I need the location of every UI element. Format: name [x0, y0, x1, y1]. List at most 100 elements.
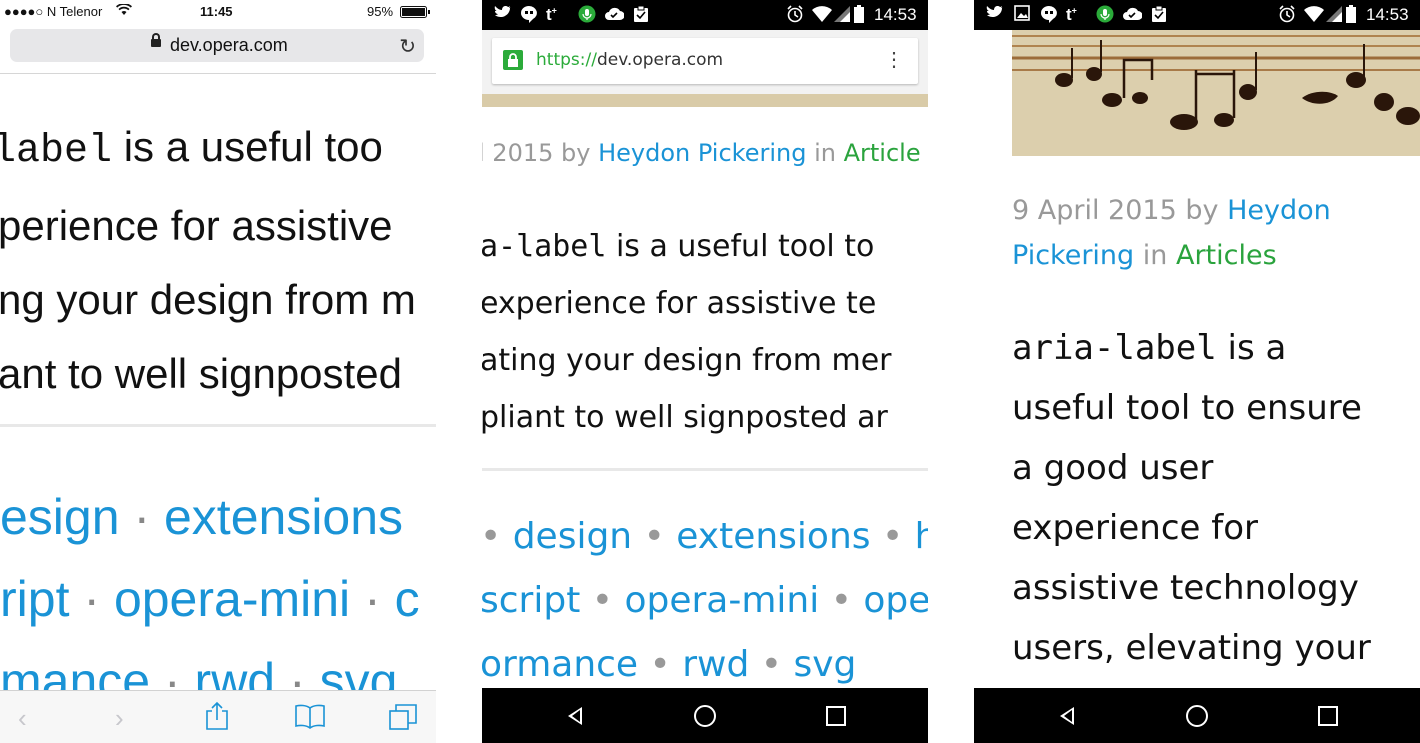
tag-link[interactable]: rwd [682, 644, 749, 685]
meta-line: Pickering in Articles [1012, 240, 1277, 271]
signal-icon [834, 6, 850, 27]
article-body: aria-label is a useful tool to ensure a … [1012, 318, 1371, 678]
tag-link[interactable]: ormance [482, 644, 638, 685]
status-time: 14:53 [1366, 5, 1409, 24]
tag-line: • design • extensions • ht [482, 505, 928, 569]
section-divider [482, 468, 928, 471]
article-body: a-label is a useful tool to experience f… [482, 218, 892, 446]
image-icon [1014, 5, 1030, 26]
address-host: dev.opera.com [170, 35, 288, 55]
nav-recents-icon[interactable] [1318, 706, 1338, 726]
hero-image-edge [482, 94, 928, 107]
toolbar-divider [0, 73, 436, 74]
author-link[interactable]: Pickering [1012, 240, 1134, 271]
battery-percent: 95% [367, 4, 394, 19]
body-line: aria-label is a [1012, 328, 1287, 368]
back-icon[interactable]: ‹ [18, 703, 27, 734]
tag-link[interactable]: opera-mini [624, 580, 819, 621]
body-line: ant to well signposted [0, 350, 402, 397]
ios-safari-panel: ●●●●○ N Telenor 11:45 95% dev.opera.com … [0, 0, 436, 743]
tag-link[interactable]: ht [915, 516, 928, 557]
reload-icon[interactable]: ↻ [399, 34, 416, 59]
twitter-icon [494, 5, 512, 25]
tag-line: esign · extensions [0, 489, 404, 545]
tag-link[interactable]: esign [0, 489, 120, 545]
code-term: aria-label [1012, 328, 1217, 368]
android-opera-panel: t+ 14:53 9 April 2015 by Heydon Pickerin… [974, 0, 1420, 743]
address-bar[interactable]: dev.opera.com ↻ [10, 29, 424, 62]
android-nav-bar [974, 688, 1420, 743]
nav-recents-icon[interactable] [826, 706, 846, 726]
alarm-icon [1278, 5, 1296, 28]
tag-link[interactable]: c [395, 571, 420, 627]
tag-list: • design • extensions • ht script • oper… [482, 505, 928, 697]
tag-link[interactable]: design [513, 516, 632, 557]
android-status-bar: t+ 14:53 [974, 0, 1420, 30]
body-line: a-label is a useful tool to [482, 229, 875, 264]
status-time: 14:53 [874, 5, 917, 24]
bookmarks-icon[interactable] [294, 703, 326, 736]
article-meta: l 2015 by Heydon Pickering in Article [482, 139, 921, 167]
tabs-icon[interactable] [388, 703, 418, 738]
clipboard-icon [1150, 5, 1168, 28]
overflow-menu-icon[interactable]: ⋮ [884, 47, 904, 72]
chrome-toolbar: https://dev.opera.com ⋮ [482, 30, 928, 94]
category-link[interactable]: Article [844, 139, 921, 167]
category-link[interactable]: Articles [1176, 240, 1277, 271]
tag-list: esign · extensions ript · opera-mini · c… [0, 476, 420, 722]
body-line: pliant to well signposted ar [482, 400, 888, 435]
forward-icon[interactable]: › [115, 703, 124, 734]
body-line: useful tool to ensure [1012, 388, 1362, 428]
tumblr-icon: t+ [546, 5, 557, 24]
wifi-icon [1304, 6, 1324, 27]
tumblr-icon: t+ [1066, 5, 1077, 24]
ios-bottom-toolbar: ‹ › [0, 690, 436, 743]
tag-link[interactable]: opera-mini [114, 571, 350, 627]
address-bar[interactable]: https://dev.opera.com ⋮ [492, 38, 918, 84]
nav-home-icon[interactable] [694, 705, 716, 727]
battery-icon [400, 6, 432, 21]
section-divider [0, 424, 436, 427]
nav-back-icon[interactable] [1060, 707, 1074, 725]
clipboard-icon [632, 5, 650, 28]
tag-link[interactable]: svg [793, 644, 856, 685]
mic-icon [1096, 5, 1114, 28]
battery-icon [1346, 5, 1356, 28]
tag-line: script • opera-mini • oper [482, 569, 928, 633]
nav-back-icon[interactable] [568, 707, 582, 725]
code-term: label [0, 129, 113, 174]
hangouts-icon [520, 5, 538, 28]
article-meta: 9 April 2015 by Heydon Pickering in Arti… [1012, 188, 1331, 278]
tag-link[interactable]: script [482, 580, 580, 621]
author-link[interactable]: Heydon [1227, 195, 1331, 226]
article-body: label is a useful too perience for assis… [0, 110, 416, 411]
battery-icon [854, 5, 864, 28]
android-chrome-panel: t+ 14:53 https://dev.opera.com ⋮ l 2015 … [482, 0, 928, 743]
body-line: experience for assistive te [482, 286, 877, 321]
tag-link[interactable]: extensions [164, 489, 403, 545]
lock-icon [151, 33, 161, 47]
body-line: experience for [1012, 508, 1259, 548]
carrier-label: ●●●●○ N Telenor [4, 4, 103, 19]
tag-link[interactable]: ript [0, 571, 69, 627]
body-line: ating your design from mer [482, 343, 892, 378]
wifi-icon [812, 6, 832, 27]
wifi-icon [116, 3, 132, 19]
secure-lock-icon [503, 50, 523, 70]
tag-link[interactable]: oper [863, 580, 928, 621]
status-time: 11:45 [200, 4, 233, 19]
android-status-bar: t+ 14:53 [482, 0, 928, 30]
tag-link[interactable]: extensions [676, 516, 870, 557]
share-icon[interactable] [204, 701, 230, 738]
author-link[interactable]: Heydon Pickering [598, 139, 806, 167]
hangouts-icon [1040, 5, 1058, 28]
hero-image [1012, 30, 1420, 156]
meta-line: 9 April 2015 by Heydon [1012, 195, 1331, 226]
nav-home-icon[interactable] [1186, 705, 1208, 727]
android-nav-bar [482, 688, 928, 743]
body-line: users, elevating your [1012, 628, 1371, 668]
cloud-check-icon [604, 5, 625, 26]
signal-icon [1326, 6, 1342, 27]
body-line: assistive technology [1012, 568, 1359, 608]
alarm-icon [786, 5, 804, 28]
